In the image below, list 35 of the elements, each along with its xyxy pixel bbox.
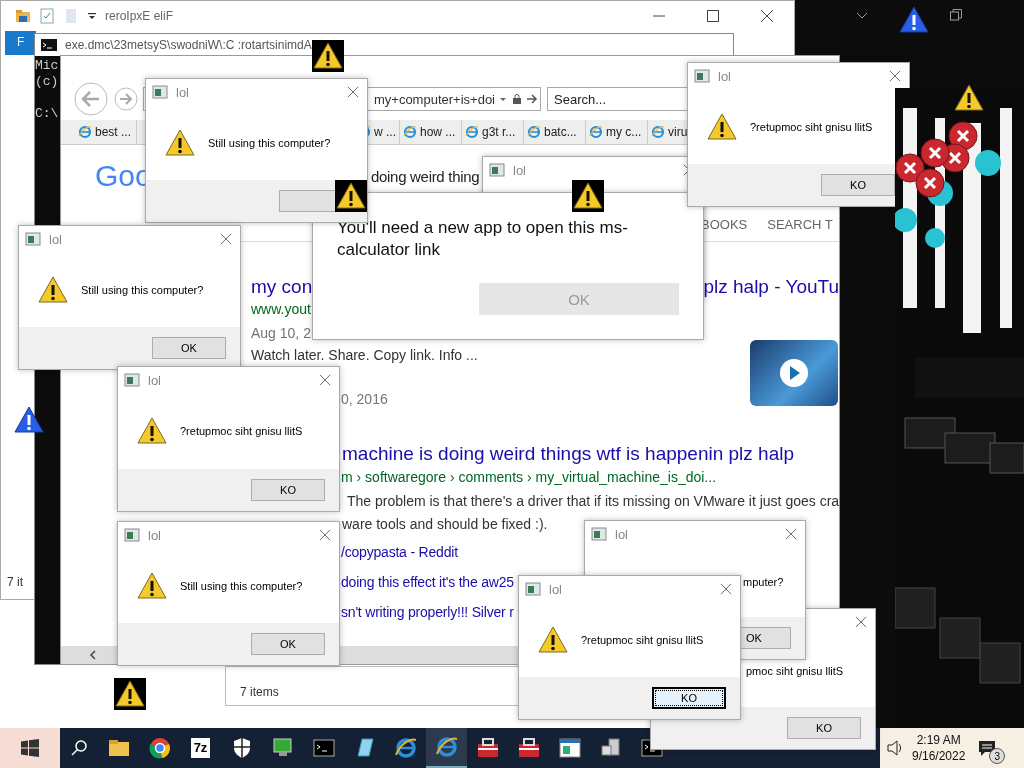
dialog-message: ?retupmoc siht gnisu llitS [581,633,704,646]
dialog-title: lol [148,372,161,388]
result-snippet: The problem is that there's a driver that if its missing on VMware it just goes cra [347,493,840,509]
dialog-title: lol [148,527,161,543]
dialog-title: lol [176,84,189,100]
dialog-title: lol [718,68,731,84]
dialog-message: Still using this computer? [81,283,204,296]
result-snippet: ware tools and should be fixed :). [342,516,548,532]
dialog-title: lol [49,231,62,247]
dialog-title: lol [549,581,562,597]
result-date: Aug 10, 2 [251,325,311,341]
dialog-title: lol [513,162,526,178]
result-url: www.yout [251,301,311,317]
page-heading: doing weird thing [371,167,480,185]
dialog-message: ?retupmoc siht gnisu llitS [180,425,303,437]
archive-app-icon: 7z [190,738,211,758]
dialog-message: ?retupmoc siht gnisu llitS [750,120,873,133]
console-text: (c) [35,74,59,90]
notification-count: 3 [989,748,1006,764]
dialog-message: Still using this computer? [180,579,303,592]
status-text: 7 items [239,685,279,701]
result-snippet: Watch later. Share. Copy link. Info ... [251,347,478,363]
clock-time: 2:19 AM [916,732,961,748]
window-title: exe.dmc\23metsyS\swodniW\:C :rotartsinimdA [65,38,312,52]
result-url: m › softwaregore › comments › my_virtual_machine_is_doi... [341,469,717,485]
result-date: 0, 2016 [341,391,388,407]
dialog-message: pmoc siht gnisu llitS [746,665,844,677]
dialog-title: lol [615,526,628,542]
dialog-message: mputer? [743,576,784,588]
dialog-message: Still using this computer? [208,136,331,149]
clock-date: 9/16/2022 [912,748,966,764]
console-text: C:\ [35,106,59,122]
status-text: 7 it [6,575,23,591]
console-text: Mic [35,58,59,74]
window-title: reroIpxE eliF [105,9,174,23]
